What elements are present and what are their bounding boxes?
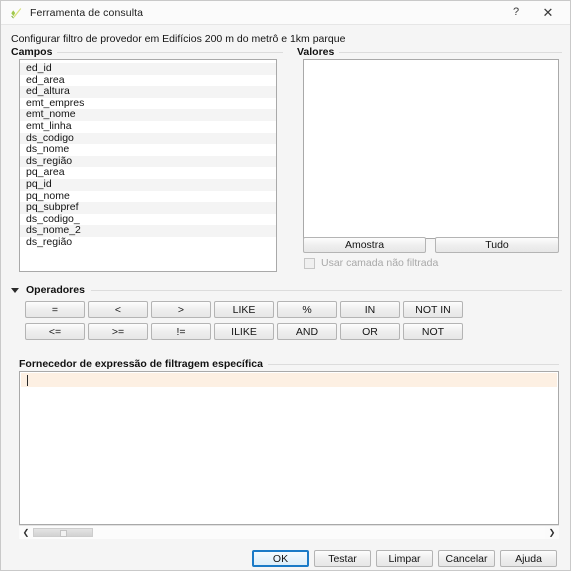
sample-values-button[interactable]: Amostra [303, 237, 426, 253]
scrollbar-grip [60, 530, 67, 537]
operadores-group-line [11, 290, 562, 291]
limpar-button[interactable]: Limpar [376, 550, 433, 567]
field-list-item[interactable]: pq_subpref [20, 202, 276, 214]
operator-button-not-in[interactable]: NOT IN [403, 301, 463, 318]
operator-button-in[interactable]: IN [340, 301, 400, 318]
values-list[interactable] [303, 59, 559, 239]
query-builder-dialog: Ferramenta de consulta ? ✕ Configurar fi… [0, 0, 571, 571]
use-unfiltered-layer-checkbox[interactable]: Usar camada não filtrada [304, 257, 438, 269]
testar-button[interactable]: Testar [314, 550, 371, 567]
help-icon[interactable]: ? [500, 0, 532, 25]
all-values-button[interactable]: Tudo [435, 237, 559, 253]
operadores-group-label: Operadores [26, 284, 85, 296]
expression-horizontal-scrollbar[interactable]: ❮ ❯ [19, 525, 559, 539]
operator-button-[interactable]: % [277, 301, 337, 318]
scrollbar-track[interactable] [33, 526, 545, 539]
operator-button-[interactable]: != [151, 323, 211, 340]
operadores-collapse-header[interactable]: Operadores [11, 284, 91, 296]
field-list-item[interactable]: ed_id [20, 62, 276, 75]
operator-button-and[interactable]: AND [277, 323, 337, 340]
field-list-item[interactable]: emt_linha [20, 120, 276, 133]
operator-button-[interactable]: <= [25, 323, 85, 340]
current-line-highlight [21, 373, 557, 387]
ok-button[interactable]: OK [252, 550, 309, 567]
field-list-item[interactable]: ds_nome [20, 144, 276, 156]
window-controls: ? ✕ [500, 1, 570, 24]
operator-button-[interactable]: = [25, 301, 85, 318]
operator-button-not[interactable]: NOT [403, 323, 463, 340]
field-list-item[interactable]: pq_id [20, 178, 276, 191]
scroll-right-icon[interactable]: ❯ [545, 526, 559, 539]
dialog-body: Configurar filtro de provedor em Edifíci… [1, 25, 570, 570]
cancelar-button[interactable]: Cancelar [438, 550, 495, 567]
close-icon[interactable]: ✕ [532, 1, 564, 25]
operator-button-[interactable]: < [88, 301, 148, 318]
operator-button-[interactable]: > [151, 301, 211, 318]
ajuda-button[interactable]: Ajuda [500, 550, 557, 567]
window-title: Ferramenta de consulta [30, 6, 144, 19]
campos-group-label: Campos [11, 46, 58, 58]
fields-list[interactable]: ed_id ed_area ed_altura emt_empres emt_nome e… [19, 59, 277, 272]
operator-button-like[interactable]: LIKE [214, 301, 274, 318]
qgis-icon [9, 6, 23, 20]
filter-description: Configurar filtro de provedor em Edifíci… [11, 33, 346, 45]
use-unfiltered-layer-label: Usar camada não filtrada [321, 257, 439, 269]
operator-button-ilike[interactable]: ILIKE [214, 323, 274, 340]
field-list-item[interactable]: pq_area [20, 167, 276, 179]
expression-group-label: Fornecedor de expressão de filtragem esp… [19, 358, 268, 370]
operator-button-[interactable]: >= [88, 323, 148, 340]
text-caret [27, 375, 28, 386]
expression-editor[interactable] [19, 371, 559, 525]
scrollbar-thumb[interactable] [33, 528, 93, 537]
checkbox-indicator[interactable] [304, 257, 315, 269]
field-list-item[interactable]: ds_região [20, 236, 276, 249]
chevron-down-icon[interactable] [11, 287, 19, 293]
valores-group-label: Valores [297, 46, 340, 58]
scroll-left-icon[interactable]: ❮ [19, 526, 33, 539]
operator-button-or[interactable]: OR [340, 323, 400, 340]
title-bar: Ferramenta de consulta ? ✕ [1, 1, 570, 25]
